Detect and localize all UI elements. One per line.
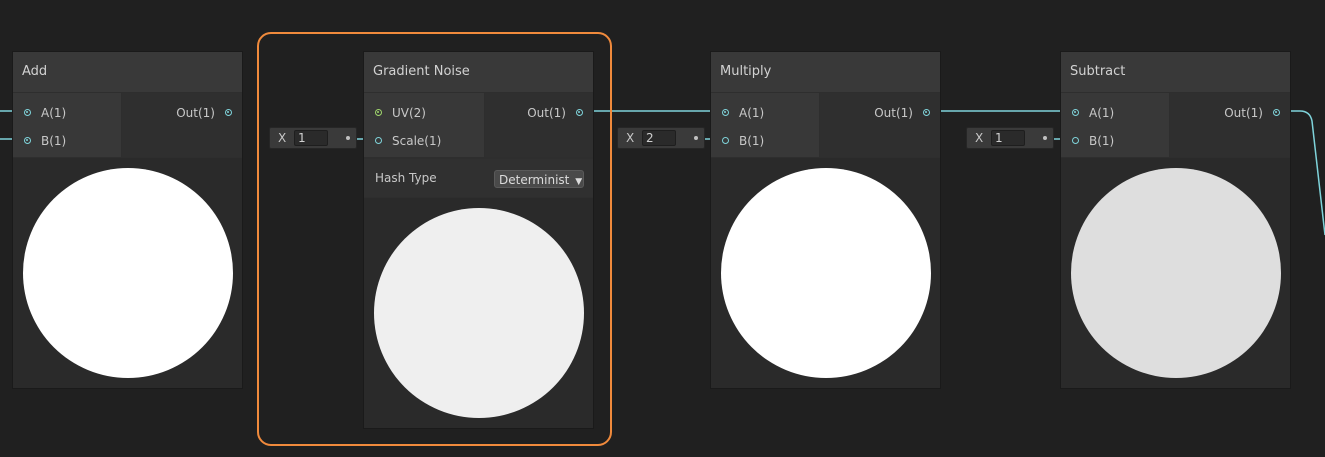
port-scale-label: Scale(1) — [392, 134, 442, 148]
node-title: Add — [13, 52, 242, 92]
port-out-label: Out(1) — [527, 106, 566, 120]
port-scale-dot[interactable] — [375, 137, 382, 144]
port-out-dot[interactable] — [225, 109, 232, 116]
node-preview — [1061, 158, 1290, 388]
subtract-b-value-input[interactable]: 1 — [991, 130, 1025, 146]
scale-input-field[interactable]: X 1 — [269, 127, 357, 149]
multiply-b-value-input[interactable]: 2 — [642, 130, 676, 146]
input-ports: A(1) B(1) — [1061, 93, 1169, 157]
hash-type-value: Determinist — [499, 173, 570, 187]
node-title: Multiply — [711, 52, 940, 92]
subtract-b-input-field[interactable]: X 1 — [966, 127, 1054, 149]
preview-sphere — [1071, 168, 1281, 378]
port-b-label: B(1) — [41, 134, 67, 148]
input-ports: A(1) B(1) — [13, 93, 121, 157]
output-ports: Out(1) — [1170, 93, 1290, 157]
node-preview — [711, 158, 940, 388]
axis-label: X — [626, 131, 635, 145]
port-out-label: Out(1) — [176, 106, 215, 120]
port-out-dot[interactable] — [1273, 109, 1280, 116]
hash-type-row: Hash Type Determinist ▼ — [364, 159, 593, 197]
multiply-node[interactable]: Multiply A(1) B(1) Out(1) — [710, 51, 941, 389]
field-connector-dot — [1043, 136, 1047, 140]
port-a-label: A(1) — [41, 106, 67, 120]
port-b-label: B(1) — [739, 134, 765, 148]
node-title: Subtract — [1061, 52, 1290, 92]
field-connector-dot — [346, 136, 350, 140]
input-ports: A(1) B(1) — [711, 93, 819, 157]
gradient-noise-node[interactable]: Gradient Noise UV(2) Scale(1) Out(1) Has… — [363, 51, 594, 429]
port-a-dot[interactable] — [24, 109, 31, 116]
output-ports: Out(1) — [122, 93, 242, 157]
subtract-node[interactable]: Subtract A(1) B(1) Out(1) — [1060, 51, 1291, 389]
port-b-dot[interactable] — [722, 137, 729, 144]
port-a-label: A(1) — [1089, 106, 1115, 120]
node-preview — [364, 198, 593, 428]
node-title: Gradient Noise — [364, 52, 593, 92]
preview-sphere — [721, 168, 931, 378]
preview-sphere — [374, 208, 584, 418]
port-out-dot[interactable] — [576, 109, 583, 116]
preview-sphere — [23, 168, 233, 378]
port-b-dot[interactable] — [1072, 137, 1079, 144]
port-uv-label: UV(2) — [392, 106, 426, 120]
port-out-label: Out(1) — [874, 106, 913, 120]
caret-down-icon: ▼ — [575, 177, 583, 187]
hash-type-dropdown[interactable]: Determinist ▼ — [494, 170, 584, 188]
field-connector-dot — [694, 136, 698, 140]
port-a-dot[interactable] — [722, 109, 729, 116]
add-node[interactable]: Add A(1) B(1) Out(1) — [12, 51, 243, 389]
port-uv-dot[interactable] — [375, 109, 382, 116]
port-out-dot[interactable] — [923, 109, 930, 116]
axis-label: X — [278, 131, 287, 145]
scale-value-input[interactable]: 1 — [294, 130, 328, 146]
input-ports: UV(2) Scale(1) — [364, 93, 484, 157]
port-a-label: A(1) — [739, 106, 765, 120]
port-b-dot[interactable] — [24, 137, 31, 144]
port-a-dot[interactable] — [1072, 109, 1079, 116]
output-ports: Out(1) — [485, 93, 593, 157]
port-b-label: B(1) — [1089, 134, 1115, 148]
output-ports: Out(1) — [820, 93, 940, 157]
axis-label: X — [975, 131, 984, 145]
node-preview — [13, 158, 242, 388]
port-out-label: Out(1) — [1224, 106, 1263, 120]
hash-type-label: Hash Type — [375, 171, 437, 185]
multiply-b-input-field[interactable]: X 2 — [617, 127, 705, 149]
